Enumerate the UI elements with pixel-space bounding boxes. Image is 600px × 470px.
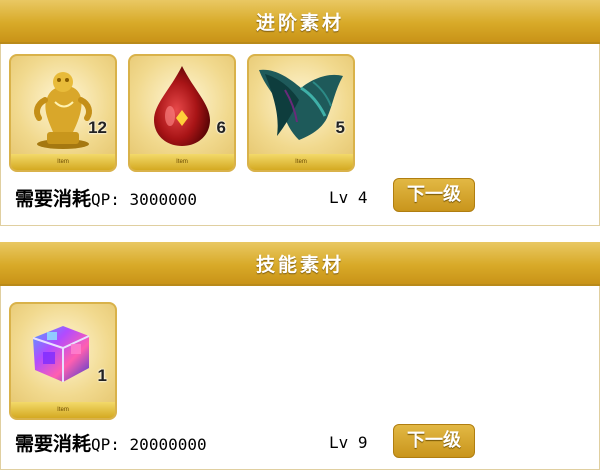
item-count: 12: [88, 118, 107, 137]
skill-cost-row: 需要消耗QP: 20000000: [15, 429, 207, 456]
item-count: 1: [97, 366, 107, 385]
level-indicator: Lv 9: [329, 433, 368, 452]
material-item-statue[interactable]: 12 Item: [9, 54, 117, 172]
qp-amount: QP: 3000000: [91, 190, 197, 209]
ascension-header: 进阶素材: [0, 0, 600, 44]
material-item-dark-wing[interactable]: 5 Item: [247, 54, 355, 172]
cost-label: 需要消耗: [15, 188, 92, 210]
ascension-cost-row: 需要消耗QP: 3000000: [15, 184, 197, 211]
cost-label: 需要消耗: [15, 433, 92, 455]
skill-title: 技能素材: [255, 254, 344, 276]
item-count: 5: [335, 118, 345, 137]
material-item-red-drop[interactable]: 6 Item: [128, 54, 236, 172]
crystal-cube-icon: [32, 326, 90, 382]
ascension-panel: 进阶素材 12 Item 6 Item 5 Item 需要消耗QP: 30000…: [0, 0, 600, 226]
item-tag: Item: [249, 154, 353, 170]
material-item-crystal-cube[interactable]: 1 Item: [9, 302, 117, 420]
dark-wing-icon: [259, 69, 343, 140]
item-tag: Item: [11, 402, 115, 418]
item-tag: Item: [130, 154, 234, 170]
qp-amount: QP: 20000000: [91, 435, 207, 454]
ascension-title: 进阶素材: [255, 12, 344, 34]
skill-body: 1 Item 需要消耗QP: 20000000 Lv 9 下一级: [0, 286, 600, 470]
red-drop-icon: [154, 66, 210, 146]
item-tag: Item: [11, 154, 115, 170]
next-level-button[interactable]: 下一级: [393, 178, 475, 212]
skill-panel: 技能素材 1 Item 需要消耗QP: 20000000 Lv 9 下一级: [0, 242, 600, 470]
item-count: 6: [216, 118, 226, 137]
next-level-button[interactable]: 下一级: [393, 424, 475, 458]
ascension-body: 12 Item 6 Item 5 Item 需要消耗QP: 3000000 Lv…: [0, 44, 600, 226]
level-indicator: Lv 4: [329, 188, 368, 207]
skill-header: 技能素材: [0, 242, 600, 286]
